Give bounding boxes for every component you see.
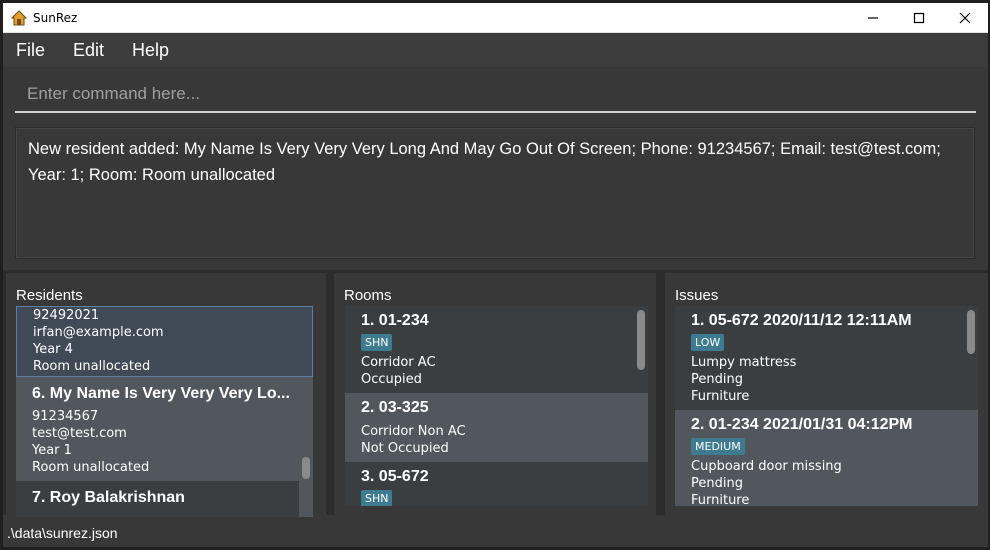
maximize-button[interactable] bbox=[896, 3, 942, 33]
residents-scroll-thumb[interactable] bbox=[302, 457, 310, 479]
rooms-scrollbar[interactable] bbox=[634, 306, 648, 506]
result-text: New resident added: My Name Is Very Very… bbox=[28, 140, 941, 184]
menu-file[interactable]: File bbox=[12, 40, 49, 61]
resident-email: test@test.com bbox=[32, 426, 127, 441]
app-body: New resident added: My Name Is Very Very… bbox=[3, 67, 988, 547]
rooms-panel: Rooms 1. 01-234 SHN Corridor AC Occupied… bbox=[334, 273, 656, 517]
rooms-title: Rooms bbox=[344, 287, 392, 304]
issues-scrollbar[interactable] bbox=[964, 306, 978, 506]
room-type: Corridor AC bbox=[361, 355, 436, 370]
resident-card[interactable]: 92492021 irfan@example.com Year 4 Room u… bbox=[16, 306, 313, 377]
residents-scrollbar[interactable] bbox=[299, 377, 313, 517]
resident-phone: 91234567 bbox=[32, 409, 99, 424]
resident-card[interactable]: 6. My Name Is Very Very Very Lo... 91234… bbox=[16, 377, 313, 481]
room-card[interactable]: 1. 01-234 SHN Corridor AC Occupied bbox=[345, 306, 648, 393]
house-icon bbox=[11, 9, 27, 25]
issue-severity-tag: MEDIUM bbox=[691, 438, 745, 455]
resident-room: Room unallocated bbox=[33, 359, 151, 374]
issues-scroll-thumb[interactable] bbox=[967, 310, 975, 354]
result-display: New resident added: My Name Is Very Very… bbox=[15, 127, 975, 259]
close-icon bbox=[959, 12, 971, 24]
room-number: 3. 05-672 bbox=[361, 468, 429, 485]
room-tag: SHN bbox=[361, 490, 393, 506]
issue-category: Furniture bbox=[691, 493, 750, 506]
issue-status: Pending bbox=[691, 476, 743, 491]
resident-room: Room unallocated bbox=[32, 460, 150, 475]
command-input[interactable] bbox=[15, 77, 976, 111]
issues-title: Issues bbox=[675, 287, 719, 304]
room-number: 2. 03-325 bbox=[361, 399, 429, 416]
room-status: Occupied bbox=[361, 372, 422, 387]
residents-list[interactable]: 92492021 irfan@example.com Year 4 Room u… bbox=[16, 306, 313, 517]
status-bar: .\data\sunrez.json bbox=[3, 519, 988, 547]
room-status: Not Occupied bbox=[361, 441, 449, 456]
issues-list[interactable]: 1. 05-672 2020/11/12 12:11AM LOW Lumpy m… bbox=[675, 306, 978, 506]
resident-year: Year 1 bbox=[32, 443, 72, 458]
issue-description: Cupboard door missing bbox=[691, 459, 842, 474]
menu-bar: File Edit Help bbox=[3, 33, 988, 67]
issue-card[interactable]: 1. 05-672 2020/11/12 12:11AM LOW Lumpy m… bbox=[675, 306, 978, 410]
menu-edit[interactable]: Edit bbox=[69, 40, 108, 61]
resident-phone: 92492021 bbox=[33, 308, 100, 323]
room-card[interactable]: 2. 03-325 Corridor Non AC Not Occupied bbox=[345, 393, 648, 462]
maximize-icon bbox=[913, 12, 925, 24]
command-box bbox=[15, 77, 976, 113]
resident-name: 7. Roy Balakrishnan bbox=[32, 489, 185, 506]
issue-title: 1. 05-672 2020/11/12 12:11AM bbox=[691, 312, 912, 329]
resident-name: 6. My Name Is Very Very Very Lo... bbox=[32, 385, 290, 402]
residents-title: Residents bbox=[16, 287, 83, 304]
minimize-button[interactable] bbox=[850, 3, 896, 33]
data-file-path: .\data\sunrez.json bbox=[7, 525, 118, 541]
window-controls bbox=[850, 3, 988, 33]
room-type: Corridor Non AC bbox=[361, 424, 466, 439]
close-button[interactable] bbox=[942, 3, 988, 33]
rooms-scroll-thumb[interactable] bbox=[637, 310, 645, 370]
issue-category: Furniture bbox=[691, 389, 750, 404]
title-bar: SunRez bbox=[3, 3, 988, 33]
room-number: 1. 01-234 bbox=[361, 312, 429, 329]
issue-description: Lumpy mattress bbox=[691, 355, 797, 370]
resident-card[interactable]: 7. Roy Balakrishnan bbox=[16, 481, 313, 517]
minimize-icon bbox=[868, 17, 878, 19]
issues-panel: Issues 1. 05-672 2020/11/12 12:11AM LOW … bbox=[665, 273, 988, 517]
resident-email: irfan@example.com bbox=[33, 325, 164, 340]
room-card[interactable]: 3. 05-672 SHN bbox=[345, 462, 648, 506]
issue-card[interactable]: 2. 01-234 2021/01/31 04:12PM MEDIUM Cupb… bbox=[675, 410, 978, 506]
resident-year: Year 4 bbox=[33, 342, 73, 357]
residents-panel: Residents 92492021 irfan@example.com Yea… bbox=[6, 273, 326, 517]
window-title: SunRez bbox=[33, 10, 78, 25]
room-tag: SHN bbox=[361, 334, 393, 351]
menu-help[interactable]: Help bbox=[128, 40, 173, 61]
issue-status: Pending bbox=[691, 372, 743, 387]
rooms-list[interactable]: 1. 01-234 SHN Corridor AC Occupied 2. 03… bbox=[345, 306, 648, 506]
issue-severity-tag: LOW bbox=[691, 334, 725, 351]
issue-title: 2. 01-234 2021/01/31 04:12PM bbox=[691, 416, 913, 433]
